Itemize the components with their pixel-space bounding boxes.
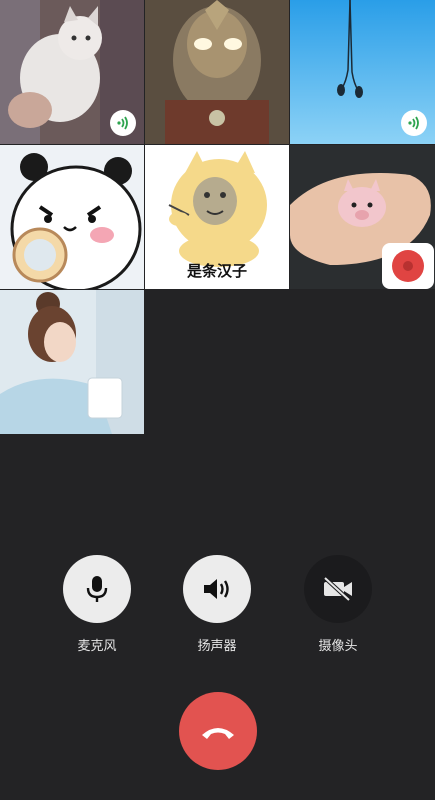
woman-photo — [0, 290, 144, 434]
camera-label: 摄像头 — [318, 639, 358, 654]
sound-wave-icon — [117, 116, 128, 130]
speaking-indicator — [401, 110, 427, 136]
speaker-control: 扬声器 — [172, 555, 262, 654]
sound-wave-icon — [408, 116, 419, 130]
hang-up-icon — [202, 728, 234, 739]
participant-tile-2[interactable] — [145, 0, 289, 144]
pig-toy-photo — [290, 145, 435, 289]
panda-sticker — [0, 145, 144, 289]
participant-tile-5[interactable]: 是条汉子 — [145, 145, 289, 289]
speaker-icon — [204, 579, 229, 599]
speaker-label: 扬声器 — [197, 639, 237, 654]
camera-control: 摄像头 — [293, 555, 383, 654]
ultraman-photo — [145, 0, 289, 144]
tile-caption: 是条汉子 — [186, 262, 247, 280]
speaker-button[interactable] — [183, 555, 251, 623]
speaking-indicator — [110, 110, 136, 136]
camera-button[interactable] — [304, 555, 372, 623]
microphone-icon — [86, 576, 108, 602]
microphone-label: 麦克风 — [77, 639, 117, 654]
microphone-button[interactable] — [63, 555, 131, 623]
camera-off-icon — [323, 576, 352, 602]
participant-tile-6[interactable] — [290, 145, 435, 289]
hang-up-button[interactable] — [179, 692, 257, 770]
participant-tile-3[interactable] — [290, 0, 435, 144]
participant-tile-4[interactable] — [0, 145, 144, 289]
participant-tile-1[interactable] — [0, 0, 144, 144]
participant-tile-7[interactable] — [0, 290, 144, 434]
microphone-control: 麦克风 — [52, 555, 142, 654]
